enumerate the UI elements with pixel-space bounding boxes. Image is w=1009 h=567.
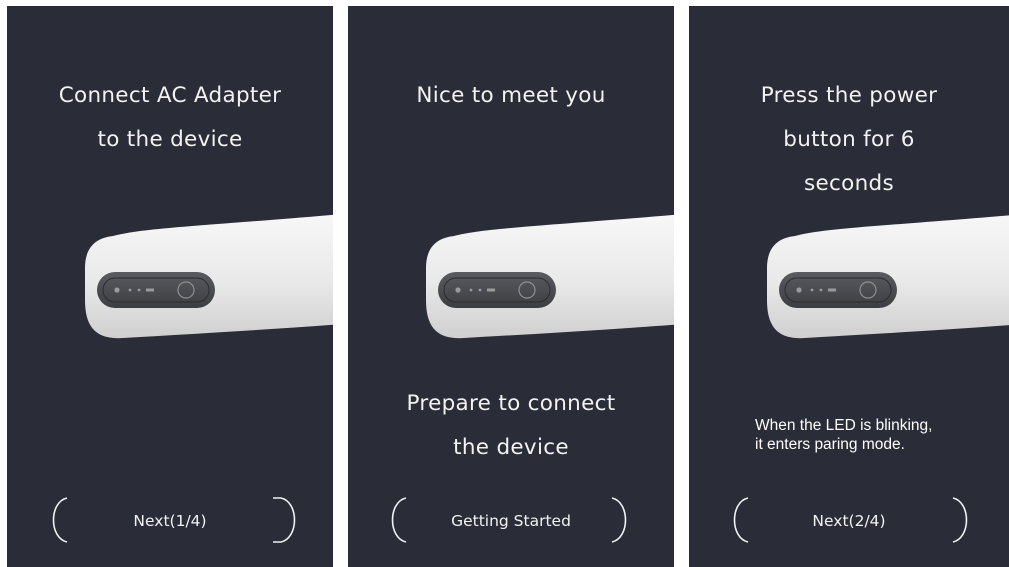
next-arrow-button[interactable] [269, 492, 313, 548]
note-line: When the LED is blinking, [755, 417, 933, 434]
navigation-bar: Getting Started [348, 492, 674, 548]
previous-button[interactable] [382, 492, 426, 548]
device-image [426, 214, 674, 339]
title-line: Nice to meet you [416, 83, 606, 108]
device-image [767, 215, 1009, 339]
right-bracket-icon [952, 497, 968, 543]
screen-title: Connect AC Adapter to the device [7, 74, 333, 162]
led-note: When the LED is blinking, it enters pari… [755, 416, 932, 454]
screen-welcome: Nice to meet you Prepare to connect the … [348, 6, 674, 567]
next-button[interactable]: Next(2/4) [769, 506, 929, 536]
title-line: to the device [97, 127, 243, 152]
title-line: seconds [804, 171, 894, 196]
next-arrow-button[interactable] [608, 492, 652, 548]
left-bracket-icon [733, 497, 749, 543]
onboarding-stage: Connect AC Adapter to the device Next(1/… [0, 0, 1009, 567]
previous-button[interactable] [724, 492, 768, 548]
screen-title: Press the power button for 6 seconds [689, 74, 1009, 206]
next-button[interactable]: Next(1/4) [87, 506, 253, 536]
getting-started-button[interactable]: Getting Started [428, 506, 594, 536]
subtitle-line: the device [453, 435, 569, 460]
left-bracket-icon [52, 497, 68, 543]
device-image [85, 214, 333, 339]
left-bracket-icon [391, 497, 407, 543]
title-line: button for 6 [783, 127, 915, 152]
previous-button[interactable] [43, 492, 87, 548]
navigation-bar: Next(2/4) [689, 492, 1009, 548]
right-bracket-icon [273, 497, 296, 543]
screen-connect-adapter: Connect AC Adapter to the device Next(1/… [7, 6, 333, 567]
screen-title: Nice to meet you [348, 74, 674, 118]
right-bracket-icon [611, 497, 627, 543]
note-line: it enters paring mode. [755, 436, 905, 453]
screen-power-button: Press the power button for 6 seconds Whe… [689, 6, 1009, 567]
navigation-bar: Next(1/4) [7, 492, 333, 548]
screen-subtitle: Prepare to connect the device [348, 382, 674, 470]
title-line: Connect AC Adapter [58, 83, 282, 108]
subtitle-line: Prepare to connect [406, 391, 616, 416]
next-arrow-button[interactable] [949, 492, 993, 548]
title-line: Press the power [760, 83, 938, 108]
